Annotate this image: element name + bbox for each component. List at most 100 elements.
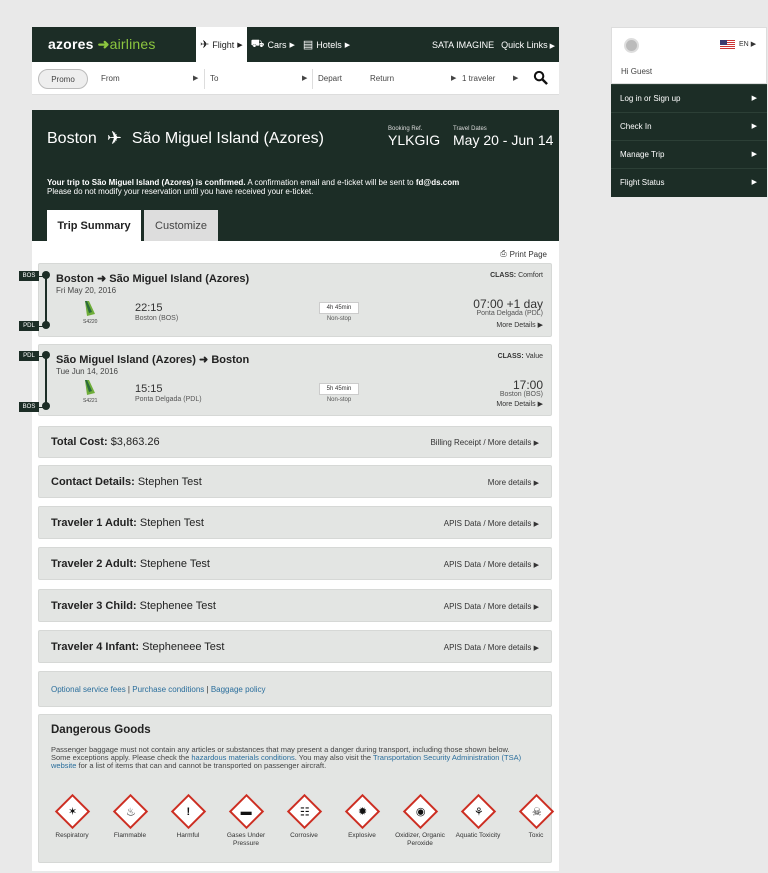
airport-tag: BOS <box>19 271 39 281</box>
segment-route: Boston ➜ São Miguel Island (Azores) <box>56 273 250 285</box>
explosive-icon: ✹ <box>344 793 380 830</box>
greeting: Hi Guest <box>621 67 653 76</box>
hazard-item: ▬ Gases Under Pressure <box>217 793 275 848</box>
sata-imagine-link[interactable]: SATA IMAGINE <box>432 40 494 50</box>
arrival-time: 17:00 <box>512 378 543 392</box>
sidebar-item-flight-status[interactable]: Flight Status ▶ <box>611 168 767 196</box>
caret-right-icon: ▶ <box>533 521 539 528</box>
logo-mark-icon: ➜ <box>97 36 110 52</box>
caret-right-icon: ▶ <box>537 322 543 329</box>
more-details-link[interactable]: More Details ▶ <box>496 321 543 329</box>
caret-right-icon: ▶ <box>533 480 539 487</box>
gas-cylinder-icon: ▬ <box>228 793 264 830</box>
return-field[interactable]: Return ▶ <box>370 74 460 83</box>
hazard-item: ◉ Oxidizer, Organic Peroxide <box>391 793 449 848</box>
account-header: EN ▶ Hi Guest <box>611 27 767 84</box>
apis-data-link[interactable]: APIS Data / More details ▶ <box>444 643 539 652</box>
hazard-item: ✹ Explosive <box>333 793 391 848</box>
contact-more-details-link[interactable]: More details ▶ <box>488 478 539 487</box>
traveler-row: Traveler 4 Infant: Stepheneee Test APIS … <box>38 630 552 663</box>
caret-right-icon: ▶ <box>451 75 457 82</box>
top-links: SATA IMAGINE Quick Links ▶ <box>432 40 555 50</box>
sidebar-item-manage-trip[interactable]: Manage Trip ▶ <box>611 140 767 168</box>
timeline-dot <box>42 271 50 279</box>
sidebar-item-login[interactable]: Log in or Sign up ▶ <box>611 84 767 112</box>
tab-trip-summary[interactable]: Trip Summary <box>47 210 141 241</box>
apis-data-link[interactable]: APIS Data / More details ▶ <box>444 519 539 528</box>
top-nav: azores ➜airlines ✈ Flight ▶ ⛟ Cars ▶ ▤ H… <box>32 27 559 62</box>
plane-icon: ✈ <box>200 39 210 51</box>
traveler-row: Traveler 1 Adult: Stephen Test APIS Data… <box>38 506 552 539</box>
trip-header: Boston ✈ São Miguel Island (Azores) Book… <box>32 110 559 241</box>
account-sidebar: EN ▶ Hi Guest Log in or Sign up ▶ Check I… <box>611 27 767 197</box>
summary-tabs: Trip Summary Customize <box>47 210 218 241</box>
apis-data-link[interactable]: APIS Data / More details ▶ <box>444 560 539 569</box>
caret-right-icon: ▶ <box>750 41 757 48</box>
dangerous-goods-text: Passenger baggage must not contain any a… <box>51 745 522 770</box>
hazard-icons: ✶ Respiratory ♨ Flammable ! Harmful ▬ Gases … <box>43 793 565 848</box>
airport-tag: BOS <box>19 402 39 412</box>
corrosive-icon: ☷ <box>286 793 322 830</box>
quick-links-link[interactable]: Quick Links ▶ <box>501 40 555 50</box>
timeline-dot <box>42 351 50 359</box>
caret-right-icon: ▶ <box>533 562 539 569</box>
search-icon[interactable] <box>533 70 548 85</box>
total-cost-row: Total Cost: $3,863.26 Billing Receipt / … <box>38 426 552 458</box>
avatar-icon[interactable] <box>624 38 639 53</box>
divider <box>312 69 313 89</box>
traveler-row: Traveler 2 Adult: Stephene Test APIS Dat… <box>38 547 552 580</box>
traveler-row: Traveler 3 Child: Stephenee Test APIS Da… <box>38 589 552 622</box>
billing-receipt-link[interactable]: Billing Receipt / More details ▶ <box>430 438 539 447</box>
apis-data-link[interactable]: APIS Data / More details ▶ <box>444 602 539 611</box>
aircraft-tail-icon <box>85 380 95 395</box>
promo-button[interactable]: Promo <box>38 69 88 89</box>
us-flag-icon[interactable] <box>720 40 735 49</box>
caret-right-icon: ▶ <box>533 440 539 447</box>
depart-field[interactable]: Depart <box>318 74 342 83</box>
policy-links-row: Optional service fees | Purchase conditi… <box>38 671 552 707</box>
travelers-field[interactable]: 1 traveler ▶ <box>462 74 522 83</box>
purchase-conditions-link[interactable]: Purchase conditions <box>132 685 204 694</box>
to-field[interactable]: To ▶ <box>210 74 310 83</box>
language-selector[interactable]: EN ▶ <box>739 40 756 48</box>
plane-icon: ✈ <box>106 128 122 148</box>
hazard-item: ♨ Flammable <box>101 793 159 848</box>
from-field[interactable]: From ▶ <box>101 74 201 83</box>
departure-city: Boston (BOS) <box>135 315 179 322</box>
hazard-item: ☷ Corrosive <box>275 793 333 848</box>
sidebar-item-check-in[interactable]: Check In ▶ <box>611 112 767 140</box>
caret-right-icon: ▶ <box>533 645 539 652</box>
hazard-item: ! Harmful <box>159 793 217 848</box>
arrow-right-icon: ➜ <box>199 354 209 366</box>
caret-right-icon: ▶ <box>302 75 308 82</box>
caret-right-icon: ▶ <box>289 41 295 49</box>
timeline-line <box>45 357 47 407</box>
arrival-time: 07:00 +1 day <box>473 297 543 311</box>
contact-details-row: Contact Details: Stephen Test More detai… <box>38 465 552 498</box>
caret-right-icon: ▶ <box>751 179 757 186</box>
caret-right-icon: ▶ <box>513 75 519 82</box>
tab-flight[interactable]: ✈ Flight ▶ <box>196 27 247 62</box>
hazard-item: ⚘ Aquatic Toxicity <box>449 793 507 848</box>
more-details-link[interactable]: More Details ▶ <box>496 400 543 408</box>
tab-cars[interactable]: ⛟ Cars ▶ <box>247 27 299 62</box>
segment-route: São Miguel Island (Azores) ➜ Boston <box>56 354 250 366</box>
departure-time: 22:15 <box>135 302 163 314</box>
timeline-dot <box>42 321 50 329</box>
segment-date: Fri May 20, 2016 <box>56 286 117 295</box>
caret-right-icon: ▶ <box>533 604 539 611</box>
respiratory-hazard-icon: ✶ <box>54 793 90 830</box>
print-page-button[interactable]: ⎙ Print Page <box>500 249 547 259</box>
baggage-policy-link[interactable]: Baggage policy <box>211 685 266 694</box>
tab-hotels[interactable]: ▤ Hotels ▶ <box>299 27 354 62</box>
caret-right-icon: ▶ <box>193 75 199 82</box>
aircraft-tail-icon <box>85 301 95 316</box>
arrival-city: Ponta Delgada (PDL) <box>476 310 543 317</box>
airline-logo[interactable]: azores ➜airlines <box>48 36 156 53</box>
optional-service-fees-link[interactable]: Optional service fees <box>51 685 126 694</box>
divider <box>204 69 205 89</box>
total-cost: $3,863.26 <box>110 436 160 448</box>
tab-customize[interactable]: Customize <box>144 210 218 241</box>
route-title: Boston ✈ São Miguel Island (Azores) <box>47 128 324 148</box>
flight-number: S4220 <box>83 319 98 325</box>
